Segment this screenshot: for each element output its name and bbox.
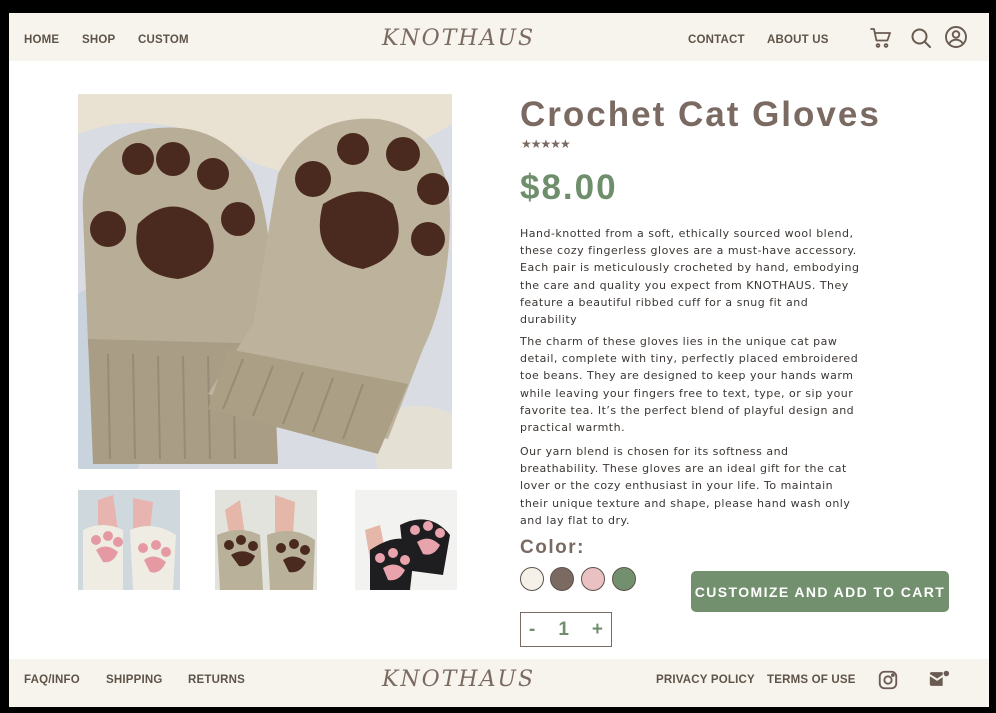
header-logo[interactable]: KNOTHAUS: [382, 26, 535, 51]
quantity-stepper: - 1 +: [520, 612, 612, 647]
product-price: $8.00: [520, 168, 618, 207]
cart-icon[interactable]: [869, 26, 893, 50]
rating-stars: ★★★★★: [521, 137, 571, 151]
page-frame: HOME SHOP CUSTOM KNOTHAUS CONTACT ABOUT …: [9, 13, 989, 707]
color-swatch-brown[interactable]: [550, 567, 574, 591]
nav-contact[interactable]: CONTACT: [688, 34, 745, 46]
mail-icon[interactable]: [928, 668, 950, 690]
product-thumbnail-3[interactable]: [355, 490, 457, 590]
instagram-icon[interactable]: [877, 669, 899, 691]
footer-shipping-link[interactable]: SHIPPING: [106, 674, 163, 686]
footer-returns-link[interactable]: RETURNS: [188, 674, 245, 686]
search-icon[interactable]: [909, 26, 933, 50]
quantity-decrement-button[interactable]: -: [529, 619, 535, 641]
footer-faq-link[interactable]: FAQ/INFO: [24, 674, 80, 686]
description-paragraph-1: Hand-knotted from a soft, ethically sour…: [520, 227, 860, 327]
color-label: Color:: [520, 537, 585, 558]
footer-privacy-link[interactable]: PRIVACY POLICY: [656, 674, 755, 686]
quantity-value[interactable]: 1: [558, 619, 569, 641]
product-main-image[interactable]: [78, 94, 452, 469]
product-thumbnail-2[interactable]: [215, 490, 317, 590]
product-title: Crochet Cat Gloves: [520, 95, 881, 134]
footer-logo[interactable]: KNOTHAUS: [382, 667, 535, 692]
nav-shop[interactable]: SHOP: [82, 34, 115, 46]
description-paragraph-2: The charm of these gloves lies in the un…: [520, 335, 859, 435]
customize-add-to-cart-button[interactable]: CUSTOMIZE AND ADD TO CART: [691, 571, 949, 612]
header-bar: HOME SHOP CUSTOM KNOTHAUS CONTACT ABOUT …: [9, 13, 989, 61]
description-paragraph-3: Our yarn blend is chosen for its softnes…: [520, 445, 851, 527]
nav-home[interactable]: HOME: [24, 34, 59, 46]
footer-terms-link[interactable]: TERMS OF USE: [767, 674, 856, 686]
product-thumbnail-1[interactable]: [78, 490, 180, 590]
account-icon[interactable]: [944, 25, 968, 49]
color-swatch-cream[interactable]: [520, 567, 544, 591]
color-swatch-green[interactable]: [612, 567, 636, 591]
nav-custom[interactable]: CUSTOM: [138, 34, 189, 46]
quantity-increment-button[interactable]: +: [592, 619, 603, 641]
nav-about-us[interactable]: ABOUT US: [767, 34, 829, 46]
footer-bar: FAQ/INFO SHIPPING RETURNS KNOTHAUS PRIVA…: [9, 659, 989, 707]
color-swatch-pink[interactable]: [581, 567, 605, 591]
